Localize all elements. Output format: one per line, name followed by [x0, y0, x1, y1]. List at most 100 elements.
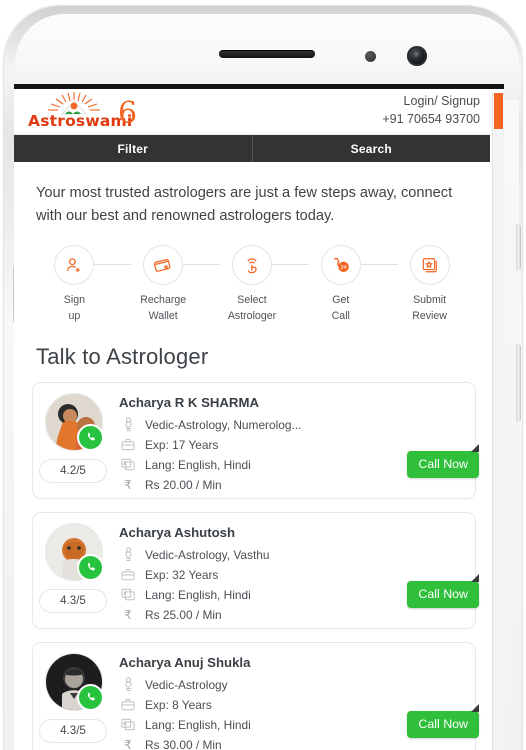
rating-badge: 4.3/5: [39, 588, 107, 613]
call-now-button[interactable]: Call Now: [407, 703, 479, 738]
rating-badge: 4.3/5: [39, 718, 107, 743]
step-label: Select Astrologer: [208, 293, 297, 324]
filter-button[interactable]: Filter: [14, 135, 253, 162]
user-add-icon: [67, 258, 81, 273]
specialty-row: Vedic-Astrology, Numerolog...: [119, 415, 465, 435]
experience-text: Exp: 17 Years: [145, 437, 219, 452]
screenshot-stage: Astroswami 6 Login/ Signup +91 70654 937…: [0, 0, 526, 750]
rupee-icon: ₹: [124, 607, 132, 622]
astrologer-info: Acharya Ashutosh Vedic-Astrology, Vasthu: [119, 525, 465, 625]
call-now-label: Call Now: [418, 456, 468, 471]
specialty-row: Vedic-Astrology: [119, 675, 465, 695]
translate-icon: [119, 457, 137, 473]
step-sign-up[interactable]: Sign up: [30, 239, 132, 324]
translate-icon: [119, 587, 137, 603]
step-label-line2: Astrologer: [227, 309, 277, 322]
svg-text:24: 24: [341, 265, 347, 271]
specialty-row: Vedic-Astrology, Vasthu: [119, 545, 465, 565]
avatar-wrap: [45, 522, 104, 581]
step-label: Get Call: [296, 293, 385, 324]
web-page: Astroswami 6 Login/ Signup +91 70654 937…: [14, 89, 490, 750]
price-row: ₹ Rs 25.00 / Min: [119, 605, 465, 625]
browser-viewport: Astroswami 6 Login/ Signup +91 70654 937…: [14, 89, 504, 750]
steps-row: Sign up Recharge Wallet Select Astrologe…: [14, 233, 490, 334]
step-label-line1: Sign: [63, 294, 85, 307]
step-label-line1: Get: [332, 294, 350, 307]
specialty-icon: [119, 547, 137, 563]
phone-24-icon: 24: [334, 257, 350, 272]
astrologer-info: Acharya R K SHARMA Vedic-Astrology, Nume…: [119, 395, 465, 495]
astrologer-name: Acharya Ashutosh: [119, 524, 236, 540]
front-camera-icon: [407, 46, 427, 66]
step-label-line2: Call: [331, 309, 350, 322]
step-circle: 24: [320, 245, 361, 286]
astrologer-card[interactable]: 4.3/5 Acharya Anuj Shukla Vedic-Astrolog…: [32, 641, 479, 750]
price-text: Rs 20.00 / Min: [145, 477, 222, 492]
cursor-pointer-icon: [471, 443, 479, 452]
language-text: Lang: English, Hindi: [145, 587, 251, 602]
site-header: Astroswami 6 Login/ Signup +91 70654 937…: [14, 89, 490, 135]
step-label-line1: Select: [237, 294, 267, 307]
call-now-button[interactable]: Call Now: [407, 573, 479, 608]
step-recharge-wallet[interactable]: Recharge Wallet: [119, 239, 221, 324]
step-label-line2: Wallet: [148, 309, 178, 322]
phone-screen: Astroswami 6 Login/ Signup +91 70654 937…: [14, 84, 504, 750]
logo-curl-icon: 6: [118, 96, 138, 131]
wallet-card-icon: [154, 259, 171, 273]
power-button[interactable]: [516, 224, 521, 270]
avatar-wrap: [45, 652, 104, 711]
intro-text: Your most trusted astrologers are just a…: [36, 185, 453, 224]
call-now-label: Call Now: [418, 716, 468, 731]
step-get-call[interactable]: 24 Get Call: [296, 239, 398, 324]
header-phone-number[interactable]: +91 70654 93700: [382, 112, 480, 126]
page-scrollbar[interactable]: [492, 93, 504, 750]
rupee-icon: ₹: [124, 477, 132, 492]
language-text: Lang: English, Hindi: [145, 457, 251, 472]
language-text: Lang: English, Hindi: [145, 717, 251, 732]
step-label: Recharge Wallet: [119, 293, 208, 324]
avatar-wrap: [45, 392, 104, 451]
filter-search-bar: Filter Search: [14, 135, 490, 162]
price-row: ₹ Rs 20.00 / Min: [119, 475, 465, 495]
step-label-line1: Submit: [413, 294, 447, 307]
call-now-button[interactable]: Call Now: [407, 443, 479, 478]
phone-icon: [87, 433, 95, 441]
astrologer-card[interactable]: 4.2/5 Acharya R K SHARMA Vedic-Astrology…: [32, 381, 479, 499]
astrologer-name: Acharya R K SHARMA: [119, 394, 259, 410]
phone-icon: [87, 563, 95, 571]
select-touch-icon: [247, 258, 257, 274]
experience-text: Exp: 8 Years: [145, 697, 212, 712]
step-label-line2: Review: [412, 309, 447, 322]
review-star-icon: [422, 258, 437, 273]
astrologer-name: Acharya Anuj Shukla: [119, 654, 251, 670]
step-submit-review[interactable]: Submit Review: [385, 239, 474, 324]
translate-icon: [119, 717, 137, 733]
proximity-sensor-icon: [365, 51, 376, 62]
call-now-label: Call Now: [418, 586, 468, 601]
call-status-badge: [77, 553, 104, 581]
cursor-pointer-icon: [471, 703, 479, 712]
specialty-icon: [119, 677, 137, 693]
header-right: Login/ Signup +91 70654 93700: [382, 94, 480, 126]
logo-wordmark: Astroswami: [28, 112, 133, 130]
step-label-line1: Recharge: [140, 294, 187, 307]
step-circle: [54, 245, 95, 286]
call-status-badge: [77, 423, 104, 451]
step-select-astrologer[interactable]: Select Astrologer: [208, 239, 309, 324]
login-signup-link[interactable]: Login/ Signup: [382, 94, 480, 108]
volume-button[interactable]: [516, 344, 521, 422]
scrollbar-thumb[interactable]: [494, 93, 503, 129]
rating-badge: 4.2/5: [39, 458, 107, 483]
specialty-text: Vedic-Astrology: [145, 677, 228, 692]
page-title: Talk to Astrologer: [36, 343, 209, 369]
astrologer-card[interactable]: 4.3/5 Acharya Ashutosh Vedic-Astrology, …: [32, 511, 479, 629]
astroswami-logo[interactable]: Astroswami 6: [26, 91, 146, 133]
search-button[interactable]: Search: [253, 135, 491, 162]
step-label: Submit Review: [385, 293, 474, 324]
price-text: Rs 25.00 / Min: [145, 607, 222, 622]
step-label-line2: up: [68, 309, 81, 322]
experience-text: Exp: 32 Years: [145, 567, 219, 582]
specialty-text: Vedic-Astrology, Vasthu: [145, 547, 270, 562]
call-status-badge: [77, 683, 104, 711]
step-circle: [231, 245, 272, 286]
